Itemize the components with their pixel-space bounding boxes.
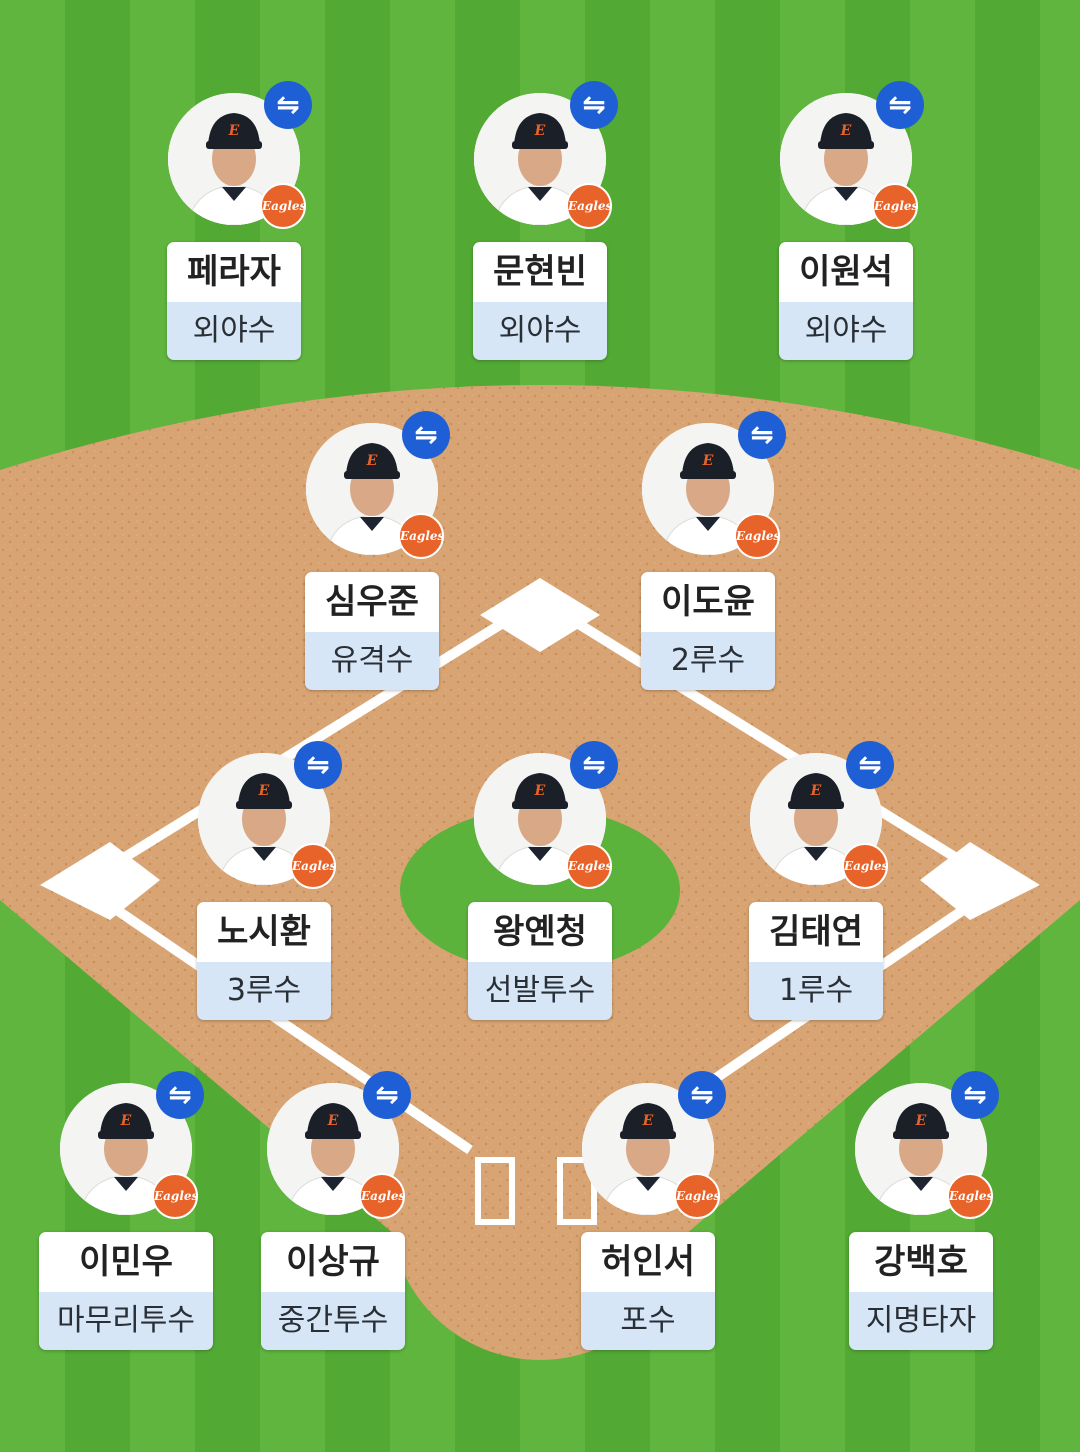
swap-player-icon[interactable]: ⇋	[570, 81, 618, 129]
player-position: 외야수	[473, 302, 607, 360]
player-name: 노시환	[197, 902, 331, 962]
player-position: 지명타자	[849, 1292, 993, 1350]
player-name: 심우준	[305, 572, 439, 632]
swap-player-icon[interactable]: ⇋	[570, 741, 618, 789]
player-name: 이민우	[39, 1232, 213, 1292]
eagles-logo-icon: Eagles	[566, 843, 612, 889]
swap-player-icon[interactable]: ⇋	[951, 1071, 999, 1119]
svg-text:E: E	[534, 123, 546, 139]
eagles-logo-icon: Eagles	[872, 183, 918, 229]
player-card[interactable]: 이원석 외야수	[779, 242, 913, 360]
svg-text:E: E	[258, 783, 270, 799]
player-card[interactable]: 심우준 유격수	[305, 572, 439, 690]
player-card[interactable]: 이도윤 2루수	[641, 572, 775, 690]
player-name: 이도윤	[641, 572, 775, 632]
player-name: 이원석	[779, 242, 913, 302]
player-name: 허인서	[581, 1232, 715, 1292]
eagles-logo-icon: Eagles	[260, 183, 306, 229]
player-position: 외야수	[167, 302, 301, 360]
svg-text:E: E	[915, 1113, 927, 1129]
eagles-logo-icon: Eagles	[947, 1173, 993, 1219]
player-position: 3루수	[197, 962, 331, 1020]
player-position: 1루수	[749, 962, 883, 1020]
player-position: 선발투수	[468, 962, 612, 1020]
player-name: 이상규	[261, 1232, 405, 1292]
player-card[interactable]: 강백호 지명타자	[849, 1232, 993, 1350]
player-name: 왕옌청	[468, 902, 612, 962]
svg-text:E: E	[327, 1113, 339, 1129]
swap-player-icon[interactable]: ⇋	[363, 1071, 411, 1119]
player-card[interactable]: 김태연 1루수	[749, 902, 883, 1020]
eagles-logo-icon: Eagles	[398, 513, 444, 559]
swap-player-icon[interactable]: ⇋	[876, 81, 924, 129]
eagles-logo-icon: Eagles	[734, 513, 780, 559]
eagles-logo-icon: Eagles	[290, 843, 336, 889]
player-name: 강백호	[849, 1232, 993, 1292]
svg-text:E: E	[366, 453, 378, 469]
player-card[interactable]: 문현빈 외야수	[473, 242, 607, 360]
eagles-logo-icon: Eagles	[842, 843, 888, 889]
svg-text:E: E	[534, 783, 546, 799]
player-position: 중간투수	[261, 1292, 405, 1350]
eagles-logo-icon: Eagles	[152, 1173, 198, 1219]
player-position: 유격수	[305, 632, 439, 690]
eagles-logo-icon: Eagles	[359, 1173, 405, 1219]
svg-text:E: E	[228, 123, 240, 139]
player-card[interactable]: 페라자 외야수	[167, 242, 301, 360]
svg-text:E: E	[840, 123, 852, 139]
player-position: 마무리투수	[39, 1292, 213, 1350]
swap-player-icon[interactable]: ⇋	[846, 741, 894, 789]
player-position: 포수	[581, 1292, 715, 1350]
player-position: 2루수	[641, 632, 775, 690]
swap-player-icon[interactable]: ⇋	[156, 1071, 204, 1119]
player-card[interactable]: 이상규 중간투수	[261, 1232, 405, 1350]
player-position: 외야수	[779, 302, 913, 360]
player-name: 문현빈	[473, 242, 607, 302]
player-card[interactable]: 노시환 3루수	[197, 902, 331, 1020]
player-name: 김태연	[749, 902, 883, 962]
eagles-logo-icon: Eagles	[674, 1173, 720, 1219]
svg-text:E: E	[810, 783, 822, 799]
swap-player-icon[interactable]: ⇋	[294, 741, 342, 789]
swap-player-icon[interactable]: ⇋	[264, 81, 312, 129]
swap-player-icon[interactable]: ⇋	[678, 1071, 726, 1119]
svg-text:E: E	[702, 453, 714, 469]
eagles-logo-icon: Eagles	[566, 183, 612, 229]
svg-text:E: E	[120, 1113, 132, 1129]
player-card[interactable]: 이민우 마무리투수	[39, 1232, 213, 1350]
player-card[interactable]: 허인서 포수	[581, 1232, 715, 1350]
player-name: 페라자	[167, 242, 301, 302]
swap-player-icon[interactable]: ⇋	[738, 411, 786, 459]
svg-text:E: E	[642, 1113, 654, 1129]
swap-player-icon[interactable]: ⇋	[402, 411, 450, 459]
player-card[interactable]: 왕옌청 선발투수	[468, 902, 612, 1020]
